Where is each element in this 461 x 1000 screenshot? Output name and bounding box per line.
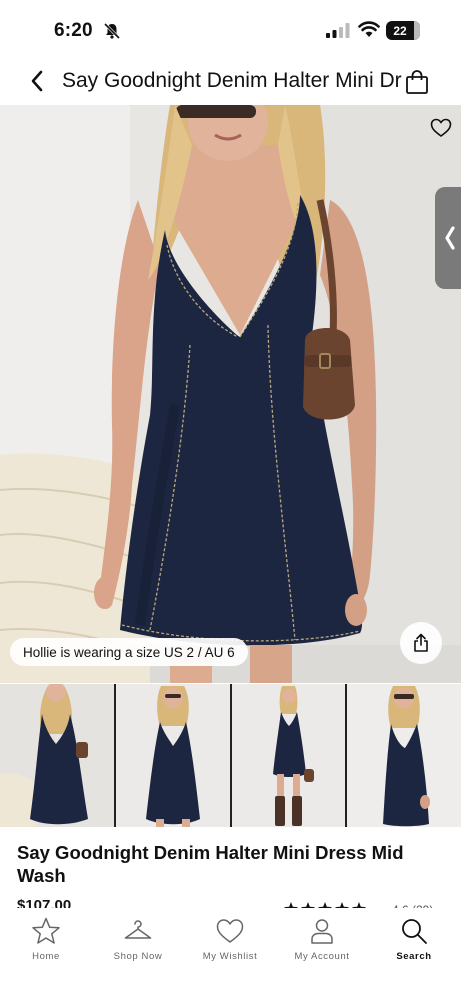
- thumbnail-image: [231, 684, 346, 827]
- person-icon: [311, 919, 333, 944]
- page-title: Say Goodnight Denim Halter Mini Dress Mi…: [62, 69, 402, 92]
- product-header: Say Goodnight Denim Halter Mini Dress Mi…: [0, 58, 461, 104]
- share-button[interactable]: [400, 622, 442, 664]
- tab-label: My Account: [294, 951, 350, 962]
- product-photo: [0, 105, 461, 683]
- search-icon: [402, 919, 427, 944]
- battery-indicator: 22: [386, 21, 420, 40]
- wifi-icon: [358, 21, 380, 37]
- hanger-icon: [124, 920, 152, 939]
- tab-my-wishlist[interactable]: My Wishlist: [184, 908, 276, 968]
- heart-icon: [430, 118, 452, 137]
- chevron-left-icon: [445, 226, 455, 250]
- battery-level: 22: [393, 23, 407, 38]
- thumbnail-strip: [0, 684, 461, 827]
- star-icon: [32, 917, 60, 944]
- tab-my-account[interactable]: My Account: [276, 908, 368, 968]
- tab-label: My Wishlist: [202, 951, 258, 962]
- share-icon: [414, 633, 428, 652]
- thumbnail-image: [0, 684, 114, 827]
- tab-home[interactable]: Home: [0, 908, 92, 968]
- thumbnail-2[interactable]: [115, 684, 230, 827]
- product-image-carousel[interactable]: Hollie is wearing a size US 2 / AU 6: [0, 105, 461, 683]
- thumbnail-3[interactable]: [231, 684, 346, 827]
- tab-label: Search: [396, 951, 432, 962]
- size-caption: Hollie is wearing a size US 2 / AU 6: [10, 638, 248, 666]
- bell-slash-icon: [103, 22, 121, 40]
- chevron-left-icon: [31, 70, 43, 92]
- tab-label: Home: [32, 951, 60, 962]
- heart-icon: [216, 919, 244, 943]
- tab-search[interactable]: Search: [368, 908, 460, 968]
- thumbnail-4[interactable]: [347, 684, 461, 827]
- tab-shop-now[interactable]: Shop Now: [92, 908, 184, 968]
- bottom-tab-bar: Home Shop Now My Wishlist My Account Sea…: [0, 908, 461, 1000]
- wishlist-heart-button[interactable]: [428, 115, 454, 141]
- tab-label: Shop Now: [113, 951, 163, 962]
- thumbnail-image: [347, 684, 461, 827]
- status-bar: 6:20 22: [0, 0, 461, 58]
- product-name: Say Goodnight Denim Halter Mini Dress Mi…: [17, 842, 404, 886]
- back-button[interactable]: [24, 68, 50, 94]
- next-image-button[interactable]: [435, 187, 461, 289]
- shopping-bag-icon[interactable]: [403, 68, 431, 96]
- thumbnail-image: [115, 684, 230, 827]
- thumbnail-1[interactable]: [0, 684, 114, 827]
- cellular-signal-icon: [326, 23, 350, 38]
- status-time: 6:20: [54, 20, 93, 41]
